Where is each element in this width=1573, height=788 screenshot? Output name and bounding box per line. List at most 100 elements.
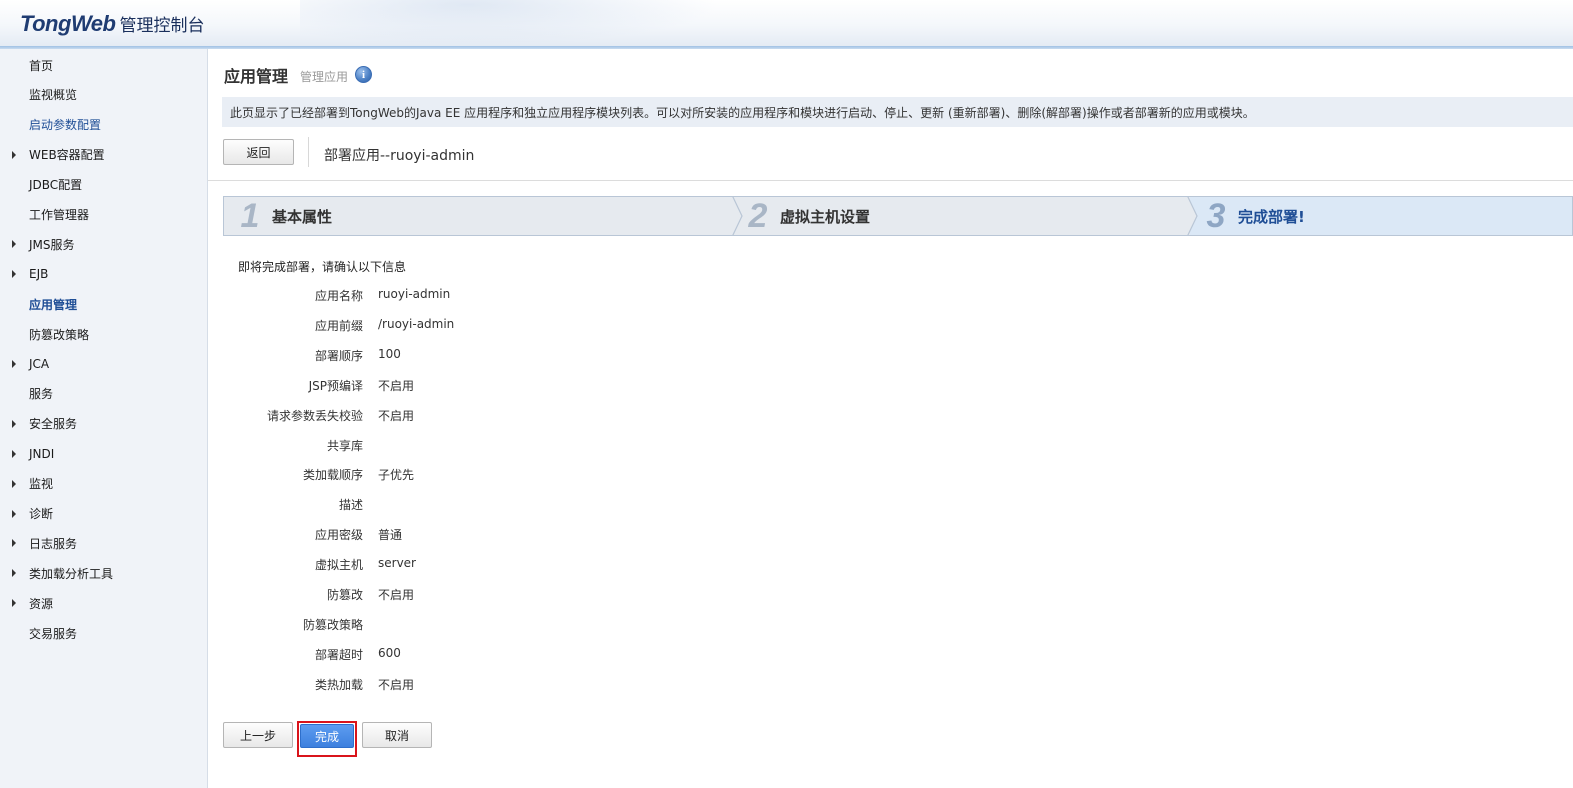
- header-decoration: [300, 0, 720, 46]
- sidebar-item[interactable]: 资源: [0, 592, 207, 614]
- sidebar-item-label: 应用管理: [29, 297, 78, 312]
- expand-arrow-icon[interactable]: [12, 150, 16, 159]
- previous-step-button[interactable]: 上一步: [223, 722, 293, 748]
- sidebar-item[interactable]: 启动参数配置: [0, 114, 207, 136]
- property-row: 防篡改 不启用: [208, 586, 808, 606]
- expand-arrow-icon[interactable]: [12, 449, 16, 458]
- expand-arrow-icon[interactable]: [12, 360, 16, 368]
- sidebar-item[interactable]: 服务: [0, 383, 207, 405]
- sidebar-item-label: JDBC配置: [29, 178, 83, 193]
- sidebar-item[interactable]: 监视: [0, 473, 207, 495]
- sidebar-item-label: EJB: [29, 267, 49, 282]
- sidebar-item-label: 防篡改策略: [29, 327, 90, 342]
- property-value: server: [378, 556, 416, 571]
- sidebar-item-label: JCA: [29, 357, 50, 371]
- sidebar-item-label: 启动参数配置: [29, 118, 102, 133]
- sidebar-item[interactable]: WEB容器配置: [0, 144, 207, 166]
- property-value: 普通: [378, 528, 403, 543]
- property-row: JSP预编译 不启用: [208, 377, 808, 397]
- property-key: 共享库: [326, 438, 363, 453]
- back-button[interactable]: 返回: [223, 139, 294, 165]
- property-row: 应用密级 普通: [208, 526, 808, 546]
- property-row: 防篡改策略: [208, 616, 808, 636]
- sidebar-item-label: 类加载分析工具: [29, 566, 114, 581]
- expand-arrow-icon[interactable]: [12, 569, 16, 578]
- section-divider: [208, 180, 1573, 181]
- app-logo: TongWeb 管理控制台: [20, 11, 204, 39]
- sidebar-item[interactable]: 首页: [0, 54, 207, 76]
- property-value: 600: [378, 645, 401, 660]
- deploy-title: 部署应用--ruoyi-admin: [324, 148, 475, 164]
- step-number: 2: [748, 196, 768, 235]
- expand-arrow-icon[interactable]: [12, 419, 16, 428]
- sidebar-item[interactable]: 类加载分析工具: [0, 562, 207, 584]
- property-key: 应用名称: [314, 289, 363, 303]
- sidebar-item-label: 服务: [29, 387, 54, 402]
- top-header: TongWeb 管理控制台: [0, 0, 1573, 46]
- expand-arrow-icon[interactable]: [12, 599, 16, 608]
- sidebar-item[interactable]: 防篡改策略: [0, 323, 207, 345]
- sidebar-item[interactable]: 诊断: [0, 503, 207, 525]
- step-label: 完成部署!: [1238, 207, 1305, 226]
- property-value: 不启用: [378, 677, 415, 692]
- sidebar-item[interactable]: JNDI: [0, 443, 207, 465]
- logo-subtitle: 管理控制台: [119, 16, 205, 36]
- sidebar-item-label: 日志服务: [29, 536, 78, 551]
- sidebar-item[interactable]: JCA: [0, 353, 207, 375]
- step-1: 1 基本属性: [232, 197, 332, 235]
- sidebar-item-label: 工作管理器: [29, 208, 90, 222]
- step-label: 基本属性: [272, 207, 333, 226]
- step-divider-chevron: [1187, 197, 1198, 235]
- confirm-message: 即将完成部署，请确认以下信息: [238, 260, 407, 274]
- sidebar-item-label: 首页: [29, 58, 54, 73]
- sidebar-item-label: JMS服务: [29, 237, 75, 252]
- sidebar-item[interactable]: 日志服务: [0, 532, 207, 554]
- step-wizard: 1 基本属性 2 虚拟主机设置 3 完成部署!: [223, 196, 1573, 236]
- toolbar-divider: [308, 137, 309, 167]
- sidebar-item-label: 诊断: [29, 507, 54, 521]
- sidebar-item[interactable]: 交易服务: [0, 622, 207, 644]
- property-key: 虚拟主机: [314, 558, 363, 573]
- property-key: 防篡改策略: [302, 617, 363, 632]
- property-row: 描述: [208, 496, 808, 516]
- property-row: 类加载顺序 子优先: [208, 466, 808, 486]
- finish-button[interactable]: 完成: [300, 724, 354, 748]
- expand-arrow-icon[interactable]: [12, 539, 16, 548]
- sidebar-item-label: 安全服务: [29, 417, 78, 432]
- sidebar-item[interactable]: EJB: [0, 263, 207, 285]
- property-row: 应用名称 ruoyi-admin: [208, 287, 808, 307]
- sidebar-item[interactable]: 监视概览: [0, 84, 207, 106]
- sidebar-item[interactable]: 安全服务: [0, 413, 207, 435]
- page-description: 此页显示了已经部署到TongWeb的Java EE 应用程序和独立应用程序模块列…: [222, 97, 1573, 127]
- property-row: 部署超时 600: [208, 646, 808, 666]
- property-key: 应用密级: [314, 528, 363, 543]
- page-title: 应用管理: [224, 67, 289, 86]
- sidebar-item[interactable]: JMS服务: [0, 233, 207, 255]
- property-key: JSP预编译: [308, 378, 363, 393]
- expand-arrow-icon[interactable]: [12, 509, 16, 518]
- description-text: 此页显示了已经部署到TongWeb的Java EE 应用程序和独立应用程序模块列…: [230, 105, 1255, 120]
- expand-arrow-icon[interactable]: [12, 270, 16, 279]
- cancel-button[interactable]: 取消: [362, 722, 432, 748]
- property-row: 部署顺序 100: [208, 347, 808, 367]
- property-row: 请求参数丢失校验 不启用: [208, 407, 808, 427]
- step-2: 2 虚拟主机设置: [740, 197, 870, 235]
- logo-brand: TongWeb: [20, 11, 116, 36]
- info-icon[interactable]: i: [355, 66, 372, 83]
- sidebar-item[interactable]: 工作管理器: [0, 204, 207, 226]
- expand-arrow-icon[interactable]: [12, 479, 16, 488]
- property-key: 类热加载: [314, 677, 363, 692]
- property-value: ruoyi-admin: [378, 287, 451, 301]
- expand-arrow-icon[interactable]: [12, 240, 16, 249]
- property-key: 应用前缀: [314, 318, 363, 333]
- property-value: 100: [378, 346, 401, 361]
- sidebar-item[interactable]: 应用管理: [0, 293, 207, 315]
- property-key: 描述: [338, 498, 363, 513]
- property-row: 应用前缀/ruoyi-admin: [208, 317, 808, 337]
- sidebar-item[interactable]: JDBC配置: [0, 174, 207, 196]
- step-number: 1: [240, 196, 260, 235]
- property-row: 共享库: [208, 437, 808, 457]
- sidebar-nav: 首页监视概览启动参数配置 WEB容器配置 JDBC配置 工作管理器 JMS服务 EJB 应用…: [0, 49, 208, 788]
- property-key: 部署超时: [314, 647, 363, 662]
- property-value: 不启用: [378, 378, 415, 393]
